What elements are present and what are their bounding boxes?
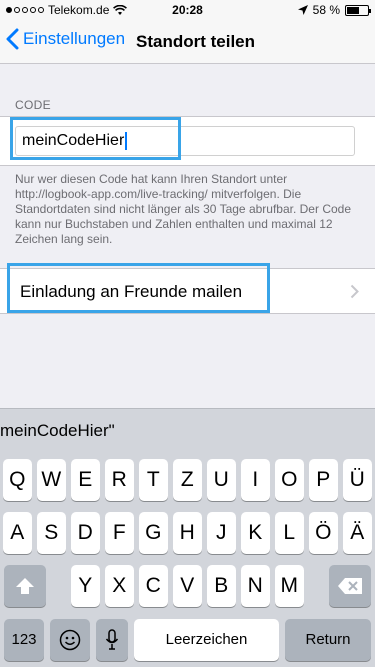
key-ä[interactable]: Ä [343,512,372,554]
emoji-key[interactable] [50,619,90,661]
chevron-left-icon [6,28,19,50]
key-ö[interactable]: Ö [309,512,338,554]
invite-friends-row[interactable]: Einladung an Freunde mailen [0,268,375,314]
back-button[interactable]: Einstellungen [6,28,125,50]
predictive-suggestion[interactable]: meinCodeHier" [0,421,115,441]
backspace-key[interactable] [329,565,371,607]
back-button-label: Einstellungen [23,29,126,48]
battery-icon [345,4,371,16]
numbers-key[interactable]: 123 [4,619,44,661]
key-k[interactable]: K [241,512,270,554]
key-h[interactable]: H [173,512,202,554]
shift-key[interactable] [4,565,46,607]
key-r[interactable]: R [105,459,134,501]
invite-friends-label: Einladung an Freunde mailen [20,282,243,301]
key-c[interactable]: C [139,565,168,607]
key-p[interactable]: P [309,459,338,501]
predictive-bar: meinCodeHier" [0,408,375,452]
key-y[interactable]: Y [71,565,100,607]
navigation-bar: Einstellungen Standort teilen [0,20,375,64]
key-v[interactable]: V [173,565,202,607]
code-input-value: meinCodeHier [22,132,125,149]
key-j[interactable]: J [207,512,236,554]
status-right: 58 % [297,3,371,17]
key-b[interactable]: B [207,565,236,607]
key-a[interactable]: A [3,512,32,554]
key-ü[interactable]: Ü [343,459,372,501]
key-w[interactable]: W [37,459,66,501]
shift-icon [16,578,34,594]
key-t[interactable]: T [139,459,168,501]
location-arrow-icon [297,5,308,15]
battery-level [347,6,359,14]
keyboard: QWERTZUIOPÜ ASDFGHJKLÖÄ YXCVBNM 123 Leer… [0,452,375,667]
key-g[interactable]: G [139,512,168,554]
key-s[interactable]: S [37,512,66,554]
key-f[interactable]: F [105,512,134,554]
status-bar: Telekom.de 20:28 58 % [0,0,375,20]
dictation-key[interactable] [96,619,128,661]
key-d[interactable]: D [71,512,100,554]
backspace-icon [338,578,362,594]
code-input[interactable]: meinCodeHier [15,126,355,156]
key-z[interactable]: Z [173,459,202,501]
chevron-right-icon [350,284,359,299]
code-footnote: Nur wer diesen Code hat kann Ihren Stand… [15,172,351,246]
page-title: Standort teilen [136,32,256,51]
key-e[interactable]: E [71,459,100,501]
key-m[interactable]: M [275,565,304,607]
code-section-header: CODE [15,98,51,112]
key-n[interactable]: N [241,565,270,607]
battery-percent: 58 % [312,3,340,17]
code-group: meinCodeHier [0,116,375,166]
key-x[interactable]: X [105,565,134,607]
key-u[interactable]: U [207,459,236,501]
return-key[interactable]: Return [285,619,371,661]
space-key[interactable]: Leerzeichen [134,619,279,661]
key-o[interactable]: O [275,459,304,501]
emoji-icon [59,629,81,651]
text-caret [125,131,128,150]
key-l[interactable]: L [275,512,304,554]
key-i[interactable]: I [241,459,270,501]
microphone-icon [105,629,119,650]
key-q[interactable]: Q [3,459,32,501]
